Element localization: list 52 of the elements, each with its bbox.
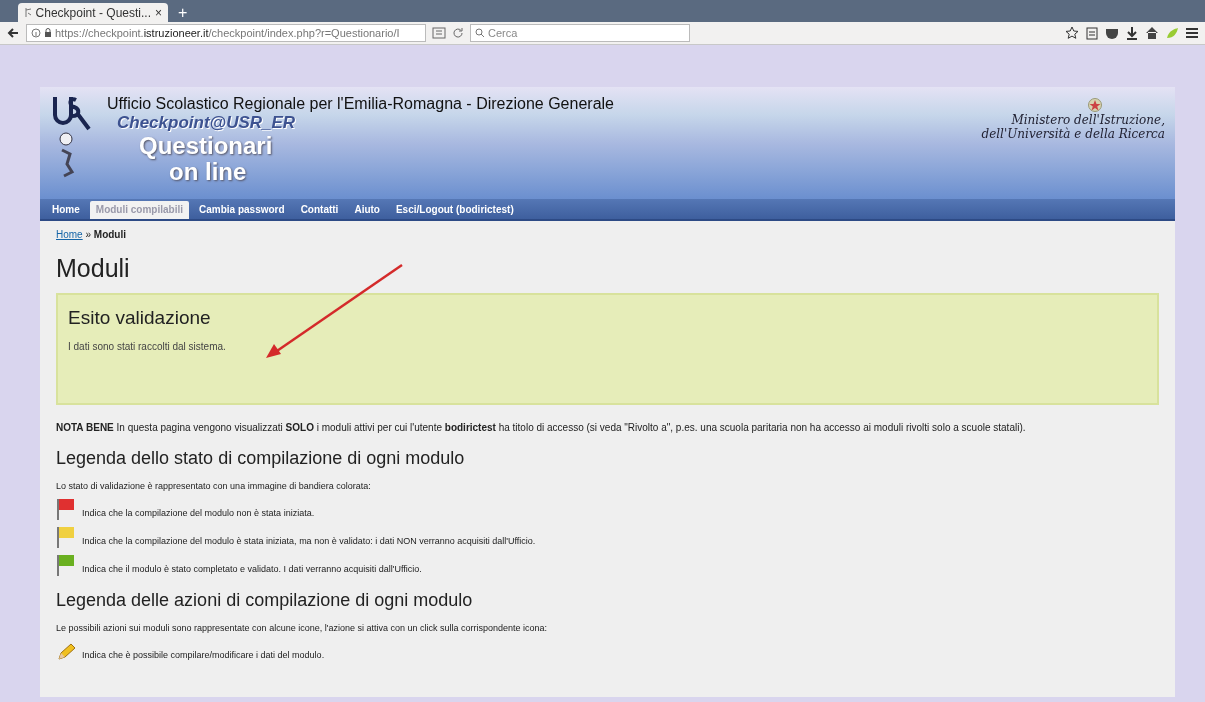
note-paragraph: NOTA BENE In questa pagina vengono visualizzati SOLO i moduli attivi per cui l'utente bodirictest ha titolo di accesso (si veda "Rivolto a", p.es. una scuola paritaria non ha accesso ai moduli rivolti solo a scuole statali). [56, 421, 1027, 434]
search-field[interactable]: Cerca [470, 24, 690, 42]
ministry-name: Ministero dell'Istruzione, [1011, 113, 1165, 127]
legend-intro: Le possibili azioni sui moduli sono rappresentate con alcune icone, l'azione si attiva con un click sulla corrispondente icona: [56, 623, 548, 633]
reload-icon[interactable] [452, 27, 464, 39]
search-icon [475, 28, 485, 38]
browser-tab[interactable]: Checkpoint - Questi... × [18, 3, 168, 22]
back-icon[interactable] [6, 26, 20, 40]
nav-tab[interactable]: Esci/Logout (bodirictest) [389, 201, 520, 219]
pencil-icon [56, 642, 76, 662]
legend-intro: Lo stato di validazione è rappresentato con una immagine di bandiera colorata: [56, 481, 372, 491]
breadcrumb-current: Moduli [93, 229, 127, 240]
search-placeholder: Cerca [488, 27, 518, 39]
page-title: Moduli [56, 254, 131, 283]
legend-text: Indica che è possibile compilare/modificare i dati del modulo. [82, 650, 325, 662]
clipboard-icon[interactable] [1085, 26, 1099, 40]
flag-icon [56, 554, 76, 576]
site-title: Questionari [139, 133, 274, 159]
star-icon[interactable] [1065, 26, 1079, 40]
breadcrumb-separator: » [85, 229, 92, 240]
menu-icon[interactable] [1185, 26, 1199, 40]
tab-close-button[interactable]: × [155, 5, 162, 20]
home-icon[interactable] [1145, 26, 1159, 40]
notice-title: Esito validazione [68, 307, 212, 329]
nav-tab[interactable]: Contatti [294, 201, 345, 219]
new-tab-button[interactable]: + [174, 4, 192, 22]
legend-text: Indica che la compilazione del modulo è stata iniziata, ma non è validato: i dati NON verranno acquisiti dall'Ufficio. [82, 536, 536, 548]
url-text: https://checkpoint.istruzioneer.it/checkpoint/index.php?r=Questionario/I [55, 27, 400, 39]
site-subtitle: on line [169, 159, 247, 185]
address-field[interactable]: https://checkpoint.istruzioneer.it/checkpoint/index.php?r=Questionario/I [26, 24, 426, 42]
flag-icon [56, 526, 76, 548]
emblem-icon [1087, 97, 1103, 113]
legend-text: Indica che la compilazione del modulo non è stata iniziata. [82, 508, 315, 520]
reader-view-icon[interactable] [432, 27, 446, 39]
nav-tab[interactable]: Aiuto [348, 201, 386, 219]
tab-title: Checkpoint - Questi... [35, 5, 151, 20]
page-icon [24, 7, 32, 18]
lock-icon [44, 28, 52, 38]
shield-icon[interactable] [1105, 26, 1119, 40]
legend-heading: Legenda delle azioni di compilazione di ogni modulo [56, 590, 474, 611]
download-icon[interactable] [1125, 26, 1139, 40]
nav-tab[interactable]: Cambia password [193, 201, 291, 219]
legend-heading: Legenda dello stato di compilazione di ogni modulo [56, 448, 466, 469]
nav-tab[interactable]: Home [46, 201, 86, 219]
ministry-name: dell'Università e della Ricerca [981, 127, 1165, 141]
app-name: Checkpoint@USR_ER [117, 113, 297, 133]
breadcrumb-link[interactable]: Home [56, 229, 83, 240]
info-icon [31, 28, 41, 38]
office-title: Ufficio Scolastico Regionale per l'Emilia-Romagna - Direzione Generale [107, 95, 615, 113]
legend-text: Indica che il modulo è stato completato e validato. I dati verranno acquisiti dall'Ufficio. [82, 564, 422, 576]
notice-message: I dati sono stati raccolti dal sistema. [68, 341, 227, 352]
flag-icon [56, 498, 76, 520]
